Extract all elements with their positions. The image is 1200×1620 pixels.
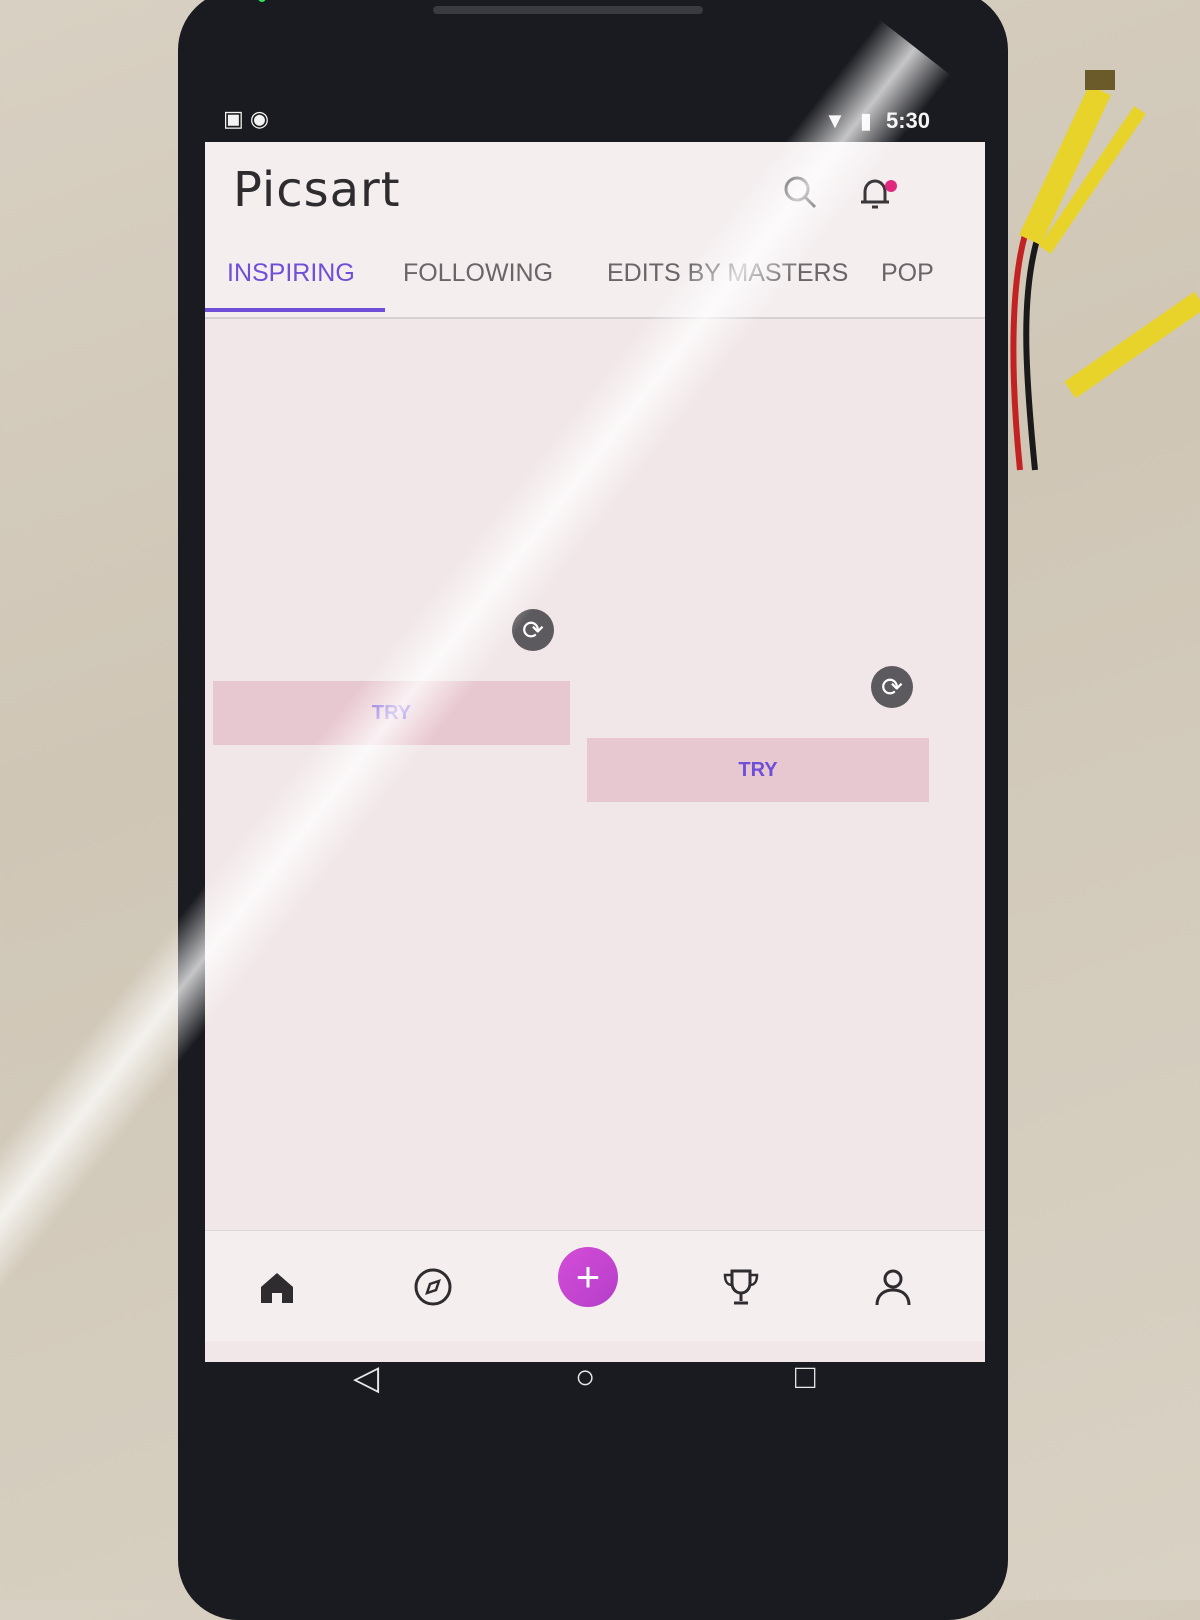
- tab-following[interactable]: FOLLOWING: [403, 259, 553, 288]
- app-screen: Picsart INSPIRING FOLLOWING EDITS BY MAS…: [205, 142, 985, 1362]
- compass-icon: [414, 1268, 452, 1306]
- profile-icon: [875, 1269, 911, 1306]
- bottom-nav: +: [205, 1230, 985, 1341]
- feed: ⟳ TRY ⟳ TRY: [205, 319, 985, 1224]
- try-button[interactable]: TRY: [213, 681, 570, 745]
- try-button[interactable]: TRY: [587, 738, 929, 802]
- tab-edits-by-masters[interactable]: EDITS BY MASTERS: [607, 259, 848, 288]
- replay-icon[interactable]: ⟳: [512, 609, 554, 651]
- recents-icon[interactable]: □: [795, 1358, 816, 1397]
- create-button[interactable]: +: [558, 1247, 618, 1307]
- tab-bar: INSPIRING FOLLOWING EDITS BY MASTERS POP: [205, 237, 985, 319]
- camera-led: [258, 0, 266, 2]
- wires-decoration: [1010, 70, 1200, 471]
- system-navigation-bar: ◁ ○ □: [205, 1340, 985, 1420]
- nav-challenges[interactable]: [713, 1259, 769, 1315]
- home-icon: [261, 1273, 293, 1303]
- replay-icon[interactable]: ⟳: [871, 666, 913, 708]
- puzzle-icon: ▣ ◉: [223, 106, 270, 131]
- search-icon: [784, 176, 817, 209]
- tab-pop[interactable]: POP: [881, 259, 934, 288]
- nav-explore[interactable]: [405, 1259, 461, 1315]
- search-button[interactable]: [780, 172, 820, 212]
- app-logo: Picsart: [233, 162, 401, 218]
- plus-icon: +: [575, 1253, 601, 1300]
- status-bar: ▣ ◉ ▼ ▮ 5:30: [205, 100, 940, 142]
- wifi-icon: ▼: [824, 108, 846, 133]
- battery-icon: ▮: [859, 108, 872, 133]
- tab-active-indicator: [205, 308, 385, 312]
- tab-inspiring[interactable]: INSPIRING: [227, 259, 355, 288]
- home-circle-icon[interactable]: ○: [575, 1358, 596, 1397]
- nav-profile[interactable]: [865, 1259, 921, 1315]
- earpiece-speaker: [433, 6, 703, 14]
- nav-home[interactable]: [249, 1259, 305, 1315]
- notification-badge: [885, 180, 897, 192]
- app-header: Picsart: [205, 142, 985, 237]
- status-time: 5:30: [885, 108, 930, 133]
- trophy-icon: [723, 1269, 759, 1305]
- back-icon[interactable]: ◁: [353, 1358, 379, 1398]
